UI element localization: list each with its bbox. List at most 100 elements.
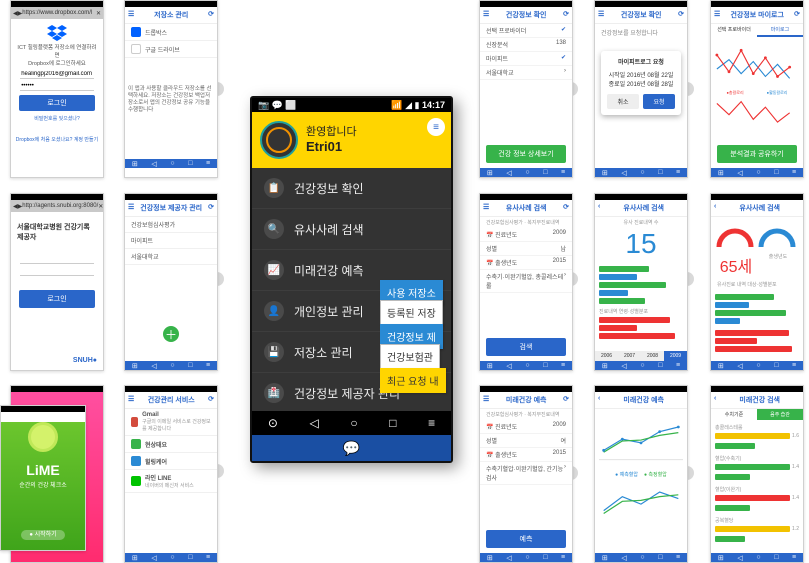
screen-mylog-chart: ☰건강정보 마이로그⟳ 선택 프로바이더마이로그 ●총칼로리●활동칼로리 분석결… [710,0,804,178]
bar-chart [711,288,803,358]
back-icon[interactable]: ‹ [598,395,600,402]
year-tab-active[interactable]: 2009 [664,351,687,361]
menu-item[interactable]: 🔍유사사례 검색 [252,209,451,250]
pw-field[interactable] [20,267,94,276]
sync-icon[interactable]: ⟳ [208,203,214,211]
login-button[interactable]: 로그인 [19,290,95,308]
sync-icon[interactable]: ⟳ [678,10,684,18]
share-button[interactable]: 분석결과 공유하기 [717,145,797,163]
sync-icon[interactable]: ⟳ [563,10,569,18]
menu-icon[interactable]: ☰ [483,395,489,403]
sync-icon[interactable]: ⟳ [563,203,569,211]
tab[interactable]: 수치기준 [711,409,757,420]
avatar-icon [260,121,298,159]
screen-health-service: ☰ 건강관리 서비스 ⟳ Gmail구글의 이메일 서비스로 건강정보를 제공합… [124,385,218,563]
bottom-nav[interactable]: ⊞◁○□≡ [480,361,572,370]
close-icon[interactable]: ✕ [98,203,103,210]
sync-icon[interactable]: ⟳ [208,395,214,403]
bottom-nav[interactable]: ⊞◁○□≡ [595,361,687,370]
side-label-insurance[interactable]: 건강보험관 [380,344,440,369]
bottom-nav[interactable]: ⊞◁○□≡ [125,553,217,562]
line-chart: ● 예측혈압● 측정혈압 [595,409,687,531]
address-bar[interactable]: ◀▶ http://agents.snubi.org:8080/ ✕ [11,200,103,212]
close-icon[interactable]: ✕ [96,10,101,17]
bottom-nav[interactable]: ⊞◁○□≡ [480,168,572,177]
back-icon[interactable]: ‹ [714,203,716,210]
back-icon[interactable]: ‹ [598,203,600,210]
list-item[interactable]: 건강보험심사평가 [125,217,217,233]
menu-icon[interactable]: ☰ [128,203,134,211]
tab-active[interactable]: 마이로그 [757,24,803,37]
bottom-nav[interactable]: ⊞◁○□≡ [711,553,803,562]
screen-snuh-login: ◀▶ http://agents.snubi.org:8080/ ✕ 서울대학교… [10,193,104,371]
screen-header: ☰ 건강관리 서비스 ⟳ [125,392,217,409]
side-label-storage-reg[interactable]: 등록된 저장 [380,300,443,325]
drawer-toggle-icon[interactable]: ≡ [427,118,445,136]
detail-button[interactable]: 건강 정보 상세보기 [486,145,566,163]
bottom-nav[interactable]: ⊞◁○□≡ [595,553,687,562]
signup-link[interactable]: Dropbox에 처음 오셨나요? 계정 만들기 [13,136,101,143]
login-button[interactable]: 로그인 [19,95,95,111]
id-field[interactable] [20,255,94,264]
tab[interactable]: 선택 프로바이더 [711,24,757,37]
list-item[interactable]: 마이피트 [125,233,217,249]
nav-overview-icon: □ [389,416,396,430]
bottom-nav[interactable]: ⊞◁○□≡ [125,361,217,370]
dropbox-logo-icon [47,25,67,41]
system-nav[interactable]: ⊙◁○□≡ [252,411,451,435]
service-item[interactable]: Gmail구글의 이메일 서비스로 건강정보를 제공합니다 [125,409,217,436]
predict-button[interactable]: 예측 [486,530,566,548]
sync-icon[interactable]: ⟳ [563,395,569,403]
line-chart: ●총칼로리●활동칼로리 [711,37,803,139]
header-title: 미래건강 검색 [739,397,780,404]
year-tab[interactable]: 2008 [641,351,664,361]
menu-item-label: 개인정보 관리 [294,303,364,320]
header-title: 건강관리 서비스 [148,397,195,404]
back-icon[interactable]: ‹ [714,395,716,402]
add-fab[interactable]: ＋ [163,326,179,342]
email-field[interactable] [20,70,94,79]
sync-icon[interactable]: ⟳ [794,10,800,18]
bottom-nav[interactable]: ⊞◁○□≡ [711,361,803,370]
password-field[interactable] [20,82,94,91]
search-button[interactable]: 검색 [486,338,566,356]
gauge-icon [715,221,755,251]
service-item[interactable]: 힐링케어 [125,453,217,470]
check-icon[interactable]: ✔ [561,26,566,35]
menu-item[interactable]: 📋건강정보 확인 [252,168,451,209]
bottom-nav[interactable]: ⊞◁○□≡ [480,553,572,562]
bottom-bar[interactable]: 💬 [252,435,451,461]
cancel-button[interactable]: 취소 [607,94,639,109]
tab-active[interactable]: 음주 습관 [757,409,803,420]
year-tab[interactable]: 2006 [595,351,618,361]
dropbox-tagline: ICT 힐링플랫폼 저장소에 연결하려면 Dropbox에 로그인하세요 [11,43,103,67]
service-item[interactable]: 현상태요 [125,436,217,453]
back-icon[interactable]: ◀▶ [13,10,22,17]
bottom-nav[interactable]: ⊞◁○□≡ [595,168,687,177]
list-item[interactable]: 서울대학교 [125,249,217,265]
service-item[interactable]: 라인 LINE네이버의 메신저 서비스 [125,470,217,493]
menu-item-icon: 🔍 [264,219,284,239]
menu-item-icon: 📈 [264,260,284,280]
chevron-right-icon[interactable]: › [564,68,566,77]
menu-icon[interactable]: ☰ [714,10,720,18]
screen-future-chart: ‹ 미래건강 예측 ● 예측혈압● 측정혈압 ⊞◁○□≡ [594,385,688,563]
side-label-recent[interactable]: 최근 요청 내 [380,368,446,393]
chevron-right-icon[interactable]: › [564,272,566,290]
forgot-link[interactable]: 비밀번호를 잊으셨나? [13,115,101,122]
menu-icon[interactable]: ☰ [483,203,489,211]
dialog-title: 마이피트로그 요청 [618,60,664,66]
year-tab[interactable]: 2007 [618,351,641,361]
menu-icon[interactable]: ☰ [598,10,604,18]
ok-button[interactable]: 요청 [643,94,675,109]
check-icon[interactable]: ✔ [561,54,566,63]
bottom-nav[interactable]: ⊞◁○□≡ [711,168,803,177]
url-text: https://www.dropbox.com/l [22,10,92,16]
menu-icon[interactable]: ☰ [483,10,489,18]
address-bar[interactable]: ◀▶ https://www.dropbox.com/l ✕ [11,7,103,19]
provider-label: 선택 프로바이더 [486,26,526,35]
menu-icon[interactable]: ☰ [128,395,134,403]
chevron-right-icon[interactable]: › [564,464,566,482]
back-icon[interactable]: ◀▶ [13,203,22,210]
header-title: 미래건강 예측 [623,397,664,404]
